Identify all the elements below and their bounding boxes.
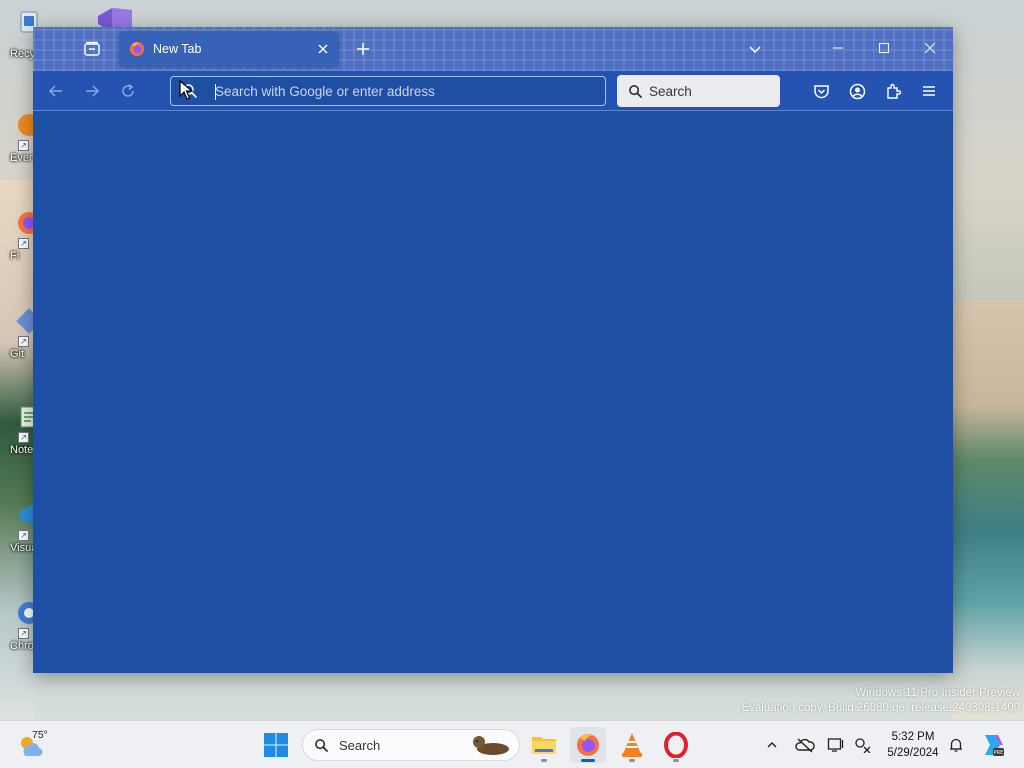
desktop-icon-label: Fi <box>10 250 20 262</box>
shortcut-arrow-icon: ↗ <box>18 628 29 639</box>
running-indicator <box>629 759 635 762</box>
svg-text:PRE: PRE <box>994 750 1004 756</box>
extensions-icon <box>886 83 901 99</box>
otter-illustration-icon <box>473 736 509 755</box>
list-all-tabs-button[interactable] <box>743 37 767 61</box>
tab-new-tab[interactable]: New Tab <box>119 31 339 67</box>
close-icon <box>924 42 936 54</box>
running-indicator <box>541 759 547 762</box>
taskbar: 75° Search 5:32 PM 5/29/2024 PRE <box>0 720 1024 768</box>
display-tray-icon[interactable] <box>824 733 848 757</box>
desktop-icon-label: Chro <box>10 640 34 652</box>
desktop-icon-label: Recy <box>10 48 36 60</box>
network-tray-icon[interactable] <box>851 733 875 757</box>
copilot-button[interactable]: PRE <box>978 731 1006 759</box>
back-arrow-icon <box>48 85 62 97</box>
chevron-down-icon <box>749 46 761 54</box>
plus-icon <box>357 43 369 55</box>
shortcut-arrow-icon: ↗ <box>18 432 29 443</box>
address-input[interactable] <box>215 83 605 99</box>
copilot-icon: PRE <box>985 735 1004 756</box>
chevron-up-icon <box>767 742 777 748</box>
taskbar-app-vlc[interactable] <box>614 727 650 763</box>
watermark-edition: Windows 11 Pro Insider Preview <box>855 687 1020 699</box>
tab-group-button[interactable] <box>80 37 104 61</box>
desktop-icon-label: Note <box>10 444 34 456</box>
shortcut-arrow-icon: ↗ <box>18 140 29 151</box>
search-input[interactable] <box>649 83 780 99</box>
system-clock[interactable]: 5:32 PM 5/29/2024 <box>876 729 950 761</box>
back-button[interactable] <box>44 79 68 103</box>
opera-icon <box>664 732 688 758</box>
shortcut-arrow-icon: ↗ <box>18 530 29 541</box>
bell-icon <box>950 738 962 752</box>
taskbar-app-firefox[interactable] <box>570 727 606 763</box>
close-window-button[interactable] <box>908 29 952 67</box>
running-indicator <box>581 759 595 762</box>
weather-widget[interactable]: 75° <box>16 729 56 761</box>
search-icon <box>314 738 328 752</box>
new-tab-button[interactable] <box>351 37 375 61</box>
browser-window: New Tab <box>33 27 953 673</box>
maximize-icon <box>878 42 890 54</box>
address-bar[interactable] <box>170 76 606 106</box>
taskbar-search[interactable]: Search <box>302 729 520 761</box>
taskbar-search-label: Search <box>339 737 381 753</box>
text-caret <box>215 84 216 100</box>
tab-group-icon <box>84 41 100 56</box>
search-icon <box>628 84 642 98</box>
weather-temperature: 75° <box>32 729 48 741</box>
desktop-icon-label: Ever <box>10 152 33 164</box>
page-content[interactable] <box>33 112 953 673</box>
taskbar-search-icon <box>313 737 329 753</box>
clock-date: 5/29/2024 <box>887 747 939 759</box>
network-icon <box>855 738 871 753</box>
firefox-icon <box>577 734 599 756</box>
vlc-icon <box>622 733 642 757</box>
extensions-button[interactable] <box>881 79 905 103</box>
close-icon <box>318 44 328 54</box>
forward-button[interactable] <box>80 79 104 103</box>
mouse-cursor-icon <box>179 80 193 100</box>
tab-close-button[interactable] <box>311 37 335 61</box>
taskbar-app-file-explorer[interactable] <box>526 727 562 763</box>
windows-watermark: Windows 11 Pro Insider Preview Evaluatio… <box>741 686 1020 716</box>
display-icon <box>827 738 844 752</box>
forward-arrow-icon <box>86 85 100 97</box>
show-hidden-icons-button[interactable] <box>760 733 784 757</box>
onedrive-tray-icon[interactable] <box>793 733 817 757</box>
searchbar-icon <box>627 83 643 99</box>
clock-time: 5:32 PM <box>891 731 935 743</box>
shortcut-arrow-icon: ↗ <box>18 238 29 249</box>
notifications-button[interactable] <box>944 733 968 757</box>
maximize-button[interactable] <box>862 29 906 67</box>
account-icon <box>849 83 865 99</box>
minimize-button[interactable] <box>816 29 860 67</box>
shortcut-arrow-icon: ↗ <box>18 336 29 347</box>
folder-icon <box>532 737 556 754</box>
reload-button[interactable] <box>116 79 140 103</box>
onedrive-offline-icon <box>795 738 815 753</box>
running-indicator <box>673 759 679 762</box>
titlebar[interactable]: New Tab <box>33 27 953 71</box>
watermark-build: Evaluation copy. Build 26080.ge_release.… <box>741 702 1020 714</box>
wallpaper-right <box>952 300 1024 720</box>
minimize-icon <box>833 47 843 49</box>
menu-icon <box>923 86 935 96</box>
tab-title: New Tab <box>153 42 202 56</box>
taskbar-app-opera[interactable] <box>658 727 694 763</box>
reload-icon <box>122 83 134 97</box>
app-menu-button[interactable] <box>917 79 941 103</box>
account-button[interactable] <box>845 79 869 103</box>
search-bar[interactable] <box>617 75 780 107</box>
pocket-icon <box>813 84 829 98</box>
windows-start-icon <box>264 733 288 757</box>
firefox-icon <box>130 42 144 56</box>
navigation-toolbar <box>33 71 953 111</box>
pocket-button[interactable] <box>809 79 833 103</box>
desktop-icon-label: Git <box>10 348 25 360</box>
start-button[interactable] <box>262 731 290 759</box>
